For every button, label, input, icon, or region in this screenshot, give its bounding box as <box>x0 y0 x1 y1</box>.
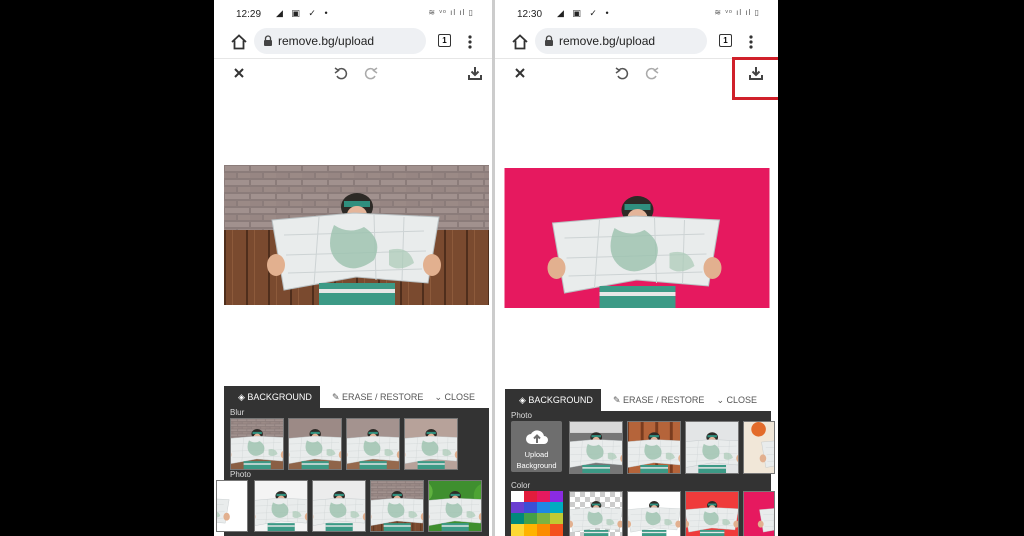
photo-thumbnail[interactable] <box>428 480 482 532</box>
more-menu-icon[interactable] <box>746 32 756 52</box>
upload-background-button[interactable]: Upload Background <box>511 421 562 472</box>
upload-label-line1: Upload <box>524 450 549 459</box>
section-label-photo: Photo <box>511 411 532 420</box>
section-label-color: Color <box>511 481 531 490</box>
upload-label-line2: Background <box>516 461 557 470</box>
background-options-panel: Photo Upload Background Color <box>505 411 775 536</box>
tab-switcher-button[interactable]: 1 <box>719 34 732 47</box>
status-time: 12:30 <box>517 9 543 20</box>
status-time: 12:29 <box>236 9 262 20</box>
photo-thumbnail[interactable] <box>627 421 681 474</box>
tab-background[interactable]: ◈ BACKGROUND <box>224 386 320 408</box>
edited-photo-magenta-background <box>504 168 770 308</box>
transparent-color-thumbnail[interactable] <box>569 491 623 536</box>
notification-icons: ◢ ▣ ✓ • <box>557 8 612 18</box>
blur-thumbnail[interactable] <box>346 418 400 470</box>
blur-thumbnail[interactable] <box>288 418 342 470</box>
signal-battery-icons: ≋ ᵛᵒ ıl ıl ▯ <box>428 8 474 17</box>
photo-thumbnail[interactable] <box>743 421 775 474</box>
edited-photo-brick-background <box>224 165 489 305</box>
tab-close[interactable]: ⌄ CLOSE <box>434 386 475 408</box>
undo-icon[interactable] <box>614 65 630 81</box>
browser-toolbar: remove.bg/upload 1 <box>495 28 778 58</box>
close-icon[interactable] <box>512 65 528 81</box>
undo-icon[interactable] <box>333 65 349 81</box>
photo-thumbnail[interactable] <box>370 480 424 532</box>
tab-background[interactable]: ◈ BACKGROUND <box>505 389 601 411</box>
tab-erase-restore[interactable]: ✎ ERASE / RESTORE <box>613 389 704 411</box>
section-label-blur: Blur <box>230 408 245 417</box>
home-icon[interactable] <box>230 33 248 51</box>
blur-thumbnail[interactable] <box>404 418 458 470</box>
section-label-photo: Photo <box>230 470 251 479</box>
signal-battery-icons: ≋ ᵛᵒ ıl ıl ▯ <box>714 8 760 17</box>
browser-toolbar: remove.bg/upload 1 <box>214 28 492 58</box>
notification-icons: ◢ ▣ ✓ • <box>276 8 331 18</box>
status-bar: 12:30 ◢ ▣ ✓ • ≋ ᵛᵒ ıl ıl ▯ <box>495 0 778 28</box>
photo-thumbnail[interactable] <box>216 480 248 532</box>
upload-background-label: Upload Background <box>511 449 562 471</box>
address-bar[interactable]: remove.bg/upload <box>254 28 426 54</box>
download-icon[interactable] <box>467 65 483 81</box>
photo-thumbnail[interactable] <box>254 480 308 532</box>
magenta-color-thumbnail[interactable] <box>743 491 775 536</box>
lock-icon <box>264 35 272 46</box>
cloud-upload-icon <box>526 430 548 444</box>
right-phone-screen: 12:30 ◢ ▣ ✓ • ≋ ᵛᵒ ıl ıl ▯ remove.bg/upl… <box>495 0 778 536</box>
photo-thumbnail[interactable] <box>685 421 739 474</box>
lock-icon <box>545 35 553 46</box>
more-menu-icon[interactable] <box>465 32 475 52</box>
download-highlight-box <box>732 57 778 100</box>
redo-icon[interactable] <box>644 65 660 81</box>
editor-tabs: ◈ BACKGROUND ✎ ERASE / RESTORE ⌄ CLOSE <box>224 386 489 408</box>
tab-close[interactable]: ⌄ CLOSE <box>716 389 757 411</box>
status-bar: 12:29 ◢ ▣ ✓ • ≋ ᵛᵒ ıl ıl ▯ <box>214 0 492 28</box>
left-phone-screen: 12:29 ◢ ▣ ✓ • ≋ ᵛᵒ ıl ıl ▯ remove.bg/upl… <box>214 0 492 536</box>
address-bar[interactable]: remove.bg/upload <box>535 28 707 54</box>
close-icon[interactable] <box>231 65 247 81</box>
blur-thumbnail[interactable] <box>230 418 284 470</box>
url-text: remove.bg/upload <box>559 34 656 48</box>
white-color-thumbnail[interactable] <box>627 491 681 536</box>
photo-thumbnail[interactable] <box>569 421 623 474</box>
background-options-panel: Blur Photo <box>216 408 489 536</box>
tab-erase-restore[interactable]: ✎ ERASE / RESTORE <box>332 386 423 408</box>
editor-toolbar <box>214 58 492 87</box>
color-palette-picker[interactable] <box>511 491 563 536</box>
home-icon[interactable] <box>511 33 529 51</box>
url-text: remove.bg/upload <box>278 34 375 48</box>
redo-icon[interactable] <box>363 65 379 81</box>
tab-switcher-button[interactable]: 1 <box>438 34 451 47</box>
photo-thumbnail[interactable] <box>312 480 366 532</box>
red-color-thumbnail[interactable] <box>685 491 739 536</box>
editor-tabs: ◈ BACKGROUND ✎ ERASE / RESTORE ⌄ CLOSE <box>505 389 771 411</box>
